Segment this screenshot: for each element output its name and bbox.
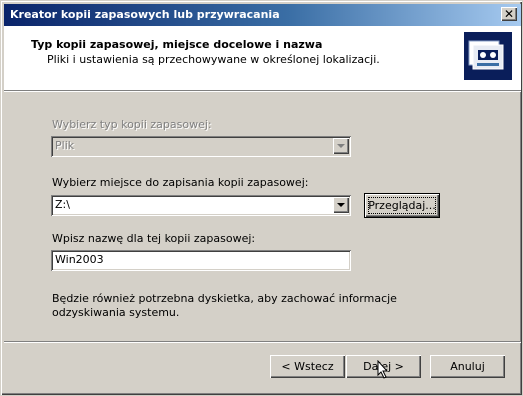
back-button-label: < Wstecz <box>281 360 334 373</box>
backup-type-dropdown-button <box>333 138 349 154</box>
wizard-header: Typ kopii zapasowej, miejsce docelowe i … <box>4 26 521 90</box>
cancel-button-label: Anuluj <box>450 360 485 373</box>
backup-name-input[interactable]: Win2003 <box>51 250 351 271</box>
footer-divider <box>4 341 521 343</box>
back-button[interactable]: < Wstecz <box>270 355 345 378</box>
chevron-down-icon <box>337 203 345 207</box>
backup-name-value: Win2003 <box>55 253 104 266</box>
backup-type-value: Plik <box>55 139 75 152</box>
page-title: Typ kopii zapasowej, miejsce docelowe i … <box>31 38 323 51</box>
backup-type-label: Wybierz typ kopii zapasowej: <box>52 118 212 131</box>
backup-location-label: Wybierz miejsce do zapisania kopii zapas… <box>52 176 309 189</box>
close-icon: ✕ <box>503 7 515 21</box>
focus-rectangle <box>368 197 436 214</box>
floppy-note: Będzie również potrzebna dyskietka, aby … <box>52 292 397 319</box>
header-divider <box>4 90 521 92</box>
close-button[interactable]: ✕ <box>501 7 517 21</box>
chevron-down-icon <box>337 144 345 148</box>
mouse-pointer-icon <box>377 360 389 379</box>
backup-location-select[interactable]: Z:\ <box>51 195 351 216</box>
backup-location-dropdown-button[interactable] <box>333 197 349 213</box>
wizard-window: Kreator kopii zapasowych lub przywracani… <box>0 0 523 396</box>
page-subtitle: Pliki i ustawienia są przechowywane w ok… <box>47 53 380 66</box>
backup-tape-icon <box>464 32 512 80</box>
backup-location-value: Z:\ <box>55 198 70 211</box>
window-title: Kreator kopii zapasowych lub przywracani… <box>10 8 280 21</box>
backup-name-label: Wpisz nazwę dla tej kopii zapasowej: <box>52 232 256 245</box>
browse-button[interactable]: Przeglądaj... <box>365 194 439 217</box>
cancel-button[interactable]: Anuluj <box>430 355 505 378</box>
backup-type-select: Plik <box>51 136 351 157</box>
title-bar[interactable]: Kreator kopii zapasowych lub przywracani… <box>4 4 521 26</box>
